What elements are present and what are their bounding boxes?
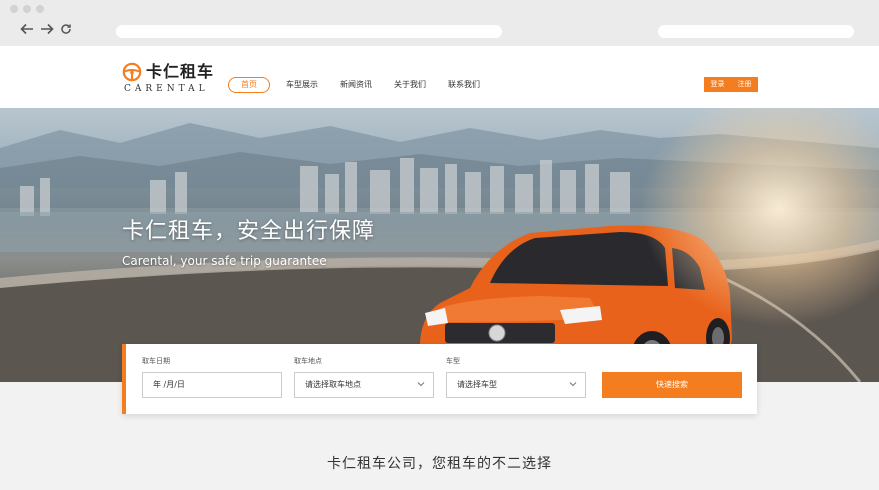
- arrow-right-icon[interactable]: [40, 23, 54, 40]
- nav-item-car-models[interactable]: 车型展示: [286, 78, 318, 92]
- chevron-down-icon: [417, 373, 425, 397]
- car-type-value: 请选择车型: [457, 380, 497, 389]
- pickup-date-label: 取车日期: [142, 357, 170, 365]
- window-minimize-dot[interactable]: [23, 5, 31, 13]
- pickup-location-value: 请选择取车地点: [305, 380, 361, 389]
- quick-search-panel: 取车日期 年 /月/日 取车地点 请选择取车地点 车型 请选择车型 快速搜索: [122, 344, 757, 414]
- sun-glow: [639, 108, 879, 328]
- nav-item-contact[interactable]: 联系我们: [448, 78, 480, 92]
- browser-search-bar[interactable]: [658, 25, 854, 38]
- login-button[interactable]: 登录: [711, 77, 725, 92]
- window-controls: [10, 5, 44, 13]
- main-nav: 首页 车型展示 新闻资讯 关于我们 联系我们: [228, 77, 502, 93]
- chevron-down-icon: [569, 373, 577, 397]
- nav-item-news[interactable]: 新闻资讯: [340, 78, 372, 92]
- hero-subtitle: Carental, your safe trip guarantee: [122, 254, 327, 268]
- arrow-left-icon[interactable]: [20, 23, 34, 40]
- register-button[interactable]: 注册: [738, 77, 752, 92]
- section-tagline: 卡仁租车公司，您租车的不二选择: [327, 456, 552, 472]
- address-bar[interactable]: [116, 25, 502, 38]
- nav-item-home[interactable]: 首页: [228, 77, 270, 93]
- site-header: 卡仁租车 CARENTAL 首页 车型展示 新闻资讯 关于我们 联系我们 登录 …: [0, 46, 879, 108]
- reload-icon[interactable]: [60, 23, 72, 40]
- auth-buttons: 登录 注册: [704, 77, 758, 92]
- pickup-location-label: 取车地点: [294, 357, 322, 365]
- quick-search-button[interactable]: 快速搜索: [602, 372, 742, 398]
- car-type-label: 车型: [446, 357, 460, 365]
- logo-text-cn: 卡仁租车: [146, 62, 215, 81]
- steering-wheel-icon: [122, 62, 142, 82]
- car-type-select[interactable]: 请选择车型: [446, 372, 586, 398]
- nav-item-about[interactable]: 关于我们: [394, 78, 426, 92]
- pickup-location-select[interactable]: 请选择取车地点: [294, 372, 434, 398]
- hero-title: 卡仁租车，安全出行保障: [122, 219, 376, 244]
- logo-text-en: CARENTAL: [124, 84, 209, 94]
- browser-toolbar: [0, 0, 879, 46]
- window-close-dot[interactable]: [10, 5, 18, 13]
- window-maximize-dot[interactable]: [36, 5, 44, 13]
- hero-banner: 卡仁租车，安全出行保障 Carental, your safe trip gua…: [0, 108, 879, 382]
- logo[interactable]: 卡仁租车 CARENTAL: [122, 62, 222, 96]
- pickup-date-input[interactable]: 年 /月/日: [142, 372, 282, 398]
